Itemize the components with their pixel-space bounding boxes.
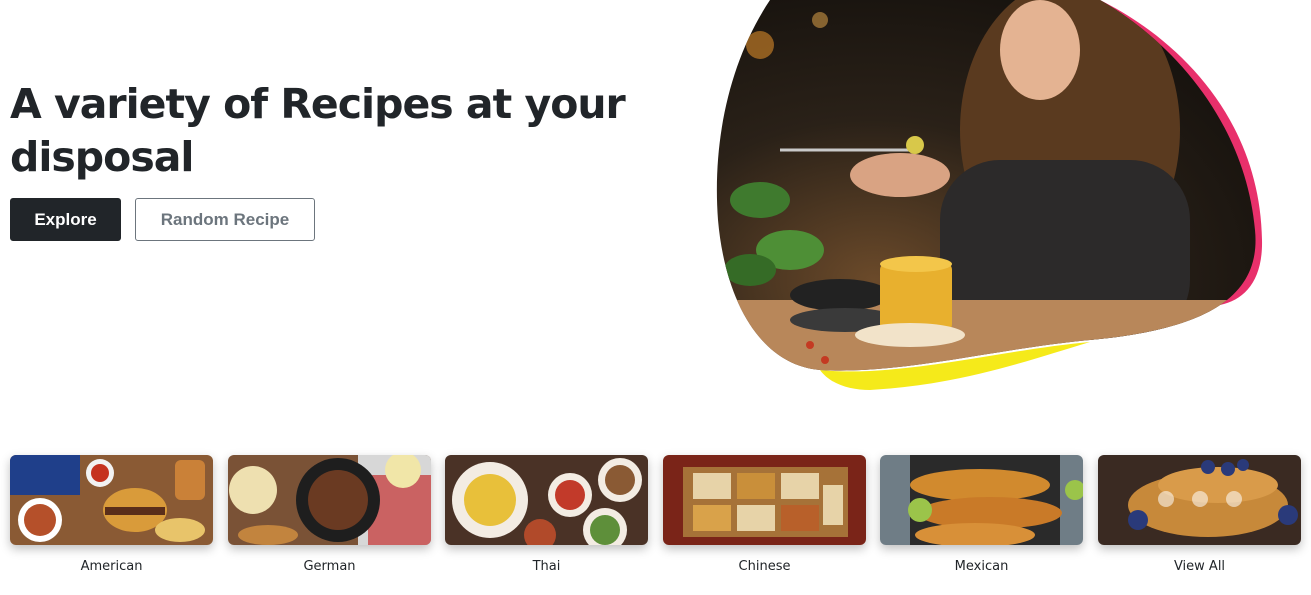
hero-image	[700, 0, 1280, 400]
category-list: American German Thai Chinese Mexican Vie…	[10, 455, 1302, 585]
hero-title: A variety of Recipes at your disposal	[10, 80, 626, 181]
category-card-chinese[interactable]: Chinese	[663, 455, 866, 580]
explore-button[interactable]: Explore	[10, 198, 121, 241]
category-thumbnail[interactable]	[10, 455, 213, 545]
category-label: American	[80, 559, 143, 574]
category-card-american[interactable]: American	[10, 455, 213, 580]
category-label: Chinese	[738, 559, 791, 574]
category-label: Mexican	[954, 559, 1009, 574]
random-recipe-button[interactable]: Random Recipe	[135, 198, 315, 241]
category-thumbnail[interactable]	[228, 455, 431, 545]
category-label: Thai	[532, 559, 561, 574]
category-label: German	[303, 559, 356, 574]
category-card-mexican[interactable]: Mexican	[880, 455, 1083, 580]
loading-dot-icon	[1226, 491, 1242, 507]
category-thumbnail[interactable]	[880, 455, 1083, 545]
loading-dot-icon	[1192, 491, 1208, 507]
category-thumbnail[interactable]	[663, 455, 866, 545]
category-card-german[interactable]: German	[228, 455, 431, 580]
category-label: View All	[1173, 559, 1226, 574]
category-card-thai[interactable]: Thai	[445, 455, 648, 580]
category-thumbnail[interactable]	[1098, 455, 1301, 545]
category-thumbnail[interactable]	[445, 455, 648, 545]
loading-dot-icon	[1158, 491, 1174, 507]
category-card-view-all[interactable]: View All	[1098, 455, 1301, 580]
